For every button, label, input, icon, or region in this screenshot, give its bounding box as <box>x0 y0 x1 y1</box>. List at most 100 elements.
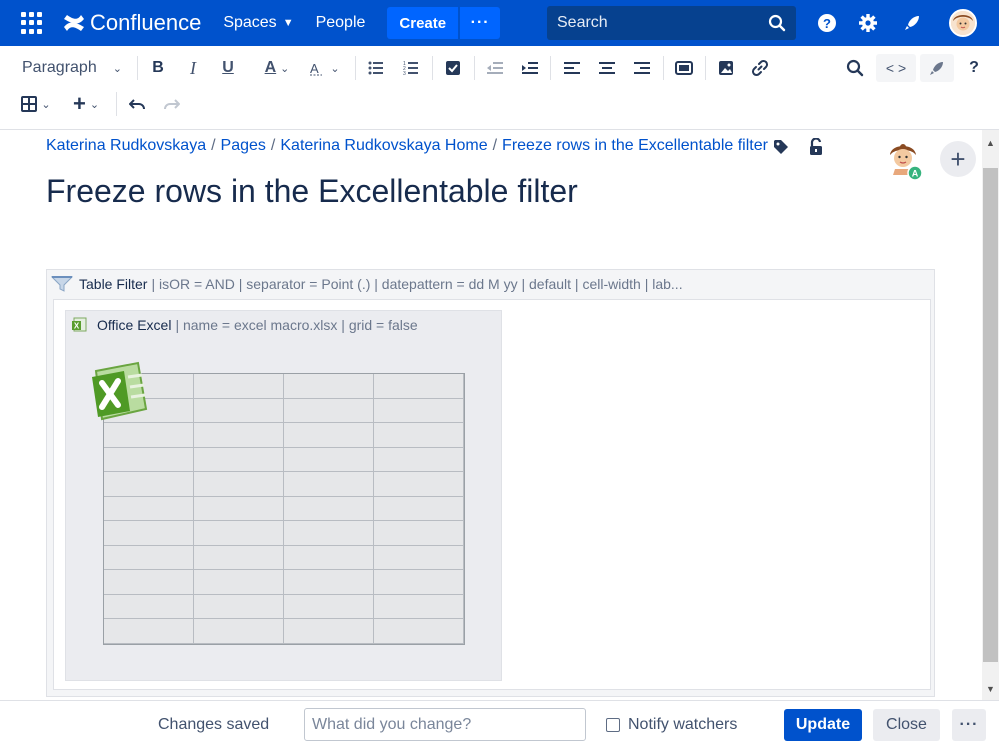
chevron-down-icon: ⌄ <box>89 98 100 111</box>
toolbar-divider <box>550 56 551 80</box>
spaces-label: Spaces <box>223 14 277 31</box>
underline-button[interactable]: U <box>216 54 240 82</box>
chevron-down-icon: ⌄ <box>280 62 290 75</box>
search-input[interactable]: Search <box>547 6 796 40</box>
toolbar-divider <box>663 56 664 80</box>
find-replace-icon[interactable] <box>843 54 867 82</box>
save-status: Changes saved <box>158 716 270 733</box>
people-link[interactable]: People <box>316 14 366 32</box>
breadcrumb-item[interactable]: Katerina Rudkovskaya <box>46 137 206 154</box>
insert-image-icon[interactable] <box>714 54 738 82</box>
confluence-logo-text: Confluence <box>90 10 202 35</box>
close-button[interactable]: Close <box>873 709 940 741</box>
insert-link-icon[interactable] <box>748 54 772 82</box>
spreadsheet-placeholder-grid <box>103 373 465 645</box>
toolbar-divider <box>116 92 117 116</box>
office-excel-header: X Office Excel | name = excel macro.xlsx… <box>71 317 418 333</box>
insert-table-dropdown[interactable]: ⌄ <box>16 90 56 118</box>
undo-icon[interactable] <box>125 90 149 118</box>
excel-small-icon: X <box>72 317 87 332</box>
notify-watchers-checkbox[interactable]: Notify watchers <box>606 716 737 734</box>
outdent-icon[interactable] <box>483 54 507 82</box>
toolbar-divider <box>705 56 706 80</box>
paragraph-style-label: Paragraph <box>22 59 97 76</box>
notify-watchers-label: Notify watchers <box>628 716 738 733</box>
toolbar-divider <box>432 56 433 80</box>
plus-icon: + <box>950 143 966 174</box>
toolbar-divider <box>474 56 475 80</box>
version-comment-input[interactable] <box>304 708 586 741</box>
svg-text:A: A <box>310 61 319 76</box>
align-right-icon[interactable] <box>630 54 654 82</box>
redo-icon[interactable] <box>160 90 184 118</box>
more-formatting-icon: A <box>310 61 323 76</box>
svg-text:X: X <box>74 322 80 331</box>
search-icon <box>768 14 786 32</box>
chevron-down-icon: ⌄ <box>330 62 340 75</box>
scroll-up-arrow-icon[interactable]: ▲ <box>986 138 995 148</box>
office-excel-name: Office Excel <box>97 317 172 333</box>
editor-footer: Changes saved Notify watchers Update Clo… <box>0 700 999 746</box>
task-checkbox-icon[interactable] <box>441 54 465 82</box>
settings-icon[interactable] <box>857 12 879 34</box>
breadcrumb-item[interactable]: Pages <box>221 137 266 154</box>
svg-text:3: 3 <box>403 71 406 75</box>
more-formatting-dropdown[interactable]: A ⌄ <box>305 54 345 82</box>
user-avatar[interactable] <box>949 9 977 37</box>
text-color-icon: A <box>264 59 277 76</box>
rocket-icon[interactable] <box>920 54 954 82</box>
chevron-down-icon: ⌄ <box>41 98 51 111</box>
create-button[interactable]: Create <box>387 7 459 39</box>
plus-icon: + <box>72 91 86 116</box>
insert-more-dropdown[interactable]: + ⌄ <box>66 90 106 118</box>
indent-icon[interactable] <box>518 54 542 82</box>
bold-button[interactable]: B <box>146 54 170 82</box>
label-tag-icon[interactable] <box>773 139 789 160</box>
help-icon[interactable]: ? <box>816 12 838 34</box>
scrollbar-thumb[interactable] <box>983 168 998 662</box>
page-scrollbar[interactable]: ▲ ▼ <box>982 130 999 700</box>
collaborator-avatar[interactable]: A <box>887 141 923 181</box>
italic-button[interactable]: I <box>181 54 205 82</box>
svg-text:A: A <box>912 169 919 179</box>
restrictions-lock-icon[interactable] <box>808 137 824 161</box>
breadcrumb-separator: / <box>492 137 498 154</box>
align-center-icon[interactable] <box>595 54 619 82</box>
confluence-logo-icon <box>64 15 84 31</box>
spaces-menu[interactable]: Spaces ▼ <box>223 14 293 32</box>
editor-toolbar: Paragraph ⌄ B I U A ⌄ A ⌄ 123 < > ? ⌄ + … <box>0 46 999 130</box>
app-switcher-icon[interactable] <box>21 12 43 34</box>
chevron-down-icon: ▼ <box>282 17 294 29</box>
more-actions-button[interactable]: ··· <box>952 709 986 741</box>
breadcrumb: Katerina Rudkovskaya / Pages / Katerina Rudk… <box>46 137 768 155</box>
table-filter-params: | isOR = AND | separator = Point (.) | d… <box>151 276 683 292</box>
search-placeholder: Search <box>557 14 608 31</box>
paragraph-style-dropdown[interactable]: Paragraph ⌄ <box>16 54 128 82</box>
table-icon <box>21 96 38 112</box>
help-button[interactable]: ? <box>962 54 986 82</box>
bullet-list-icon[interactable] <box>364 54 388 82</box>
layouts-icon[interactable] <box>672 54 696 82</box>
align-left-icon[interactable] <box>560 54 584 82</box>
create-more-button[interactable]: ··· <box>460 7 501 39</box>
toolbar-divider <box>137 56 138 80</box>
add-collaborator-button[interactable]: + <box>940 141 976 177</box>
table-filter-name: Table Filter <box>79 276 148 292</box>
office-excel-macro[interactable]: X Office Excel | name = excel macro.xlsx… <box>65 310 502 681</box>
scroll-down-arrow-icon[interactable]: ▼ <box>986 684 995 694</box>
svg-text:?: ? <box>823 16 831 31</box>
page-title[interactable]: Freeze rows in the Excellentable filter <box>46 173 578 210</box>
toolbar-divider <box>355 56 356 80</box>
breadcrumb-item[interactable]: Freeze rows in the Excellentable filter <box>502 137 768 154</box>
top-navigation: Confluence Spaces ▼ People Create ··· <box>0 0 999 46</box>
text-color-dropdown[interactable]: A ⌄ <box>257 54 297 82</box>
confluence-logo[interactable]: Confluence <box>63 10 201 36</box>
update-button[interactable]: Update <box>784 709 862 741</box>
table-filter-macro[interactable]: Table Filter | isOR = AND | separator = … <box>46 269 935 697</box>
breadcrumb-item[interactable]: Katerina Rudkovskaya Home <box>280 137 487 154</box>
notifications-rocket-icon[interactable] <box>901 12 923 34</box>
breadcrumb-separator: / <box>270 137 276 154</box>
numbered-list-icon[interactable]: 123 <box>399 54 423 82</box>
code-view-button[interactable]: < > <box>876 54 916 82</box>
breadcrumb-separator: / <box>211 137 216 154</box>
